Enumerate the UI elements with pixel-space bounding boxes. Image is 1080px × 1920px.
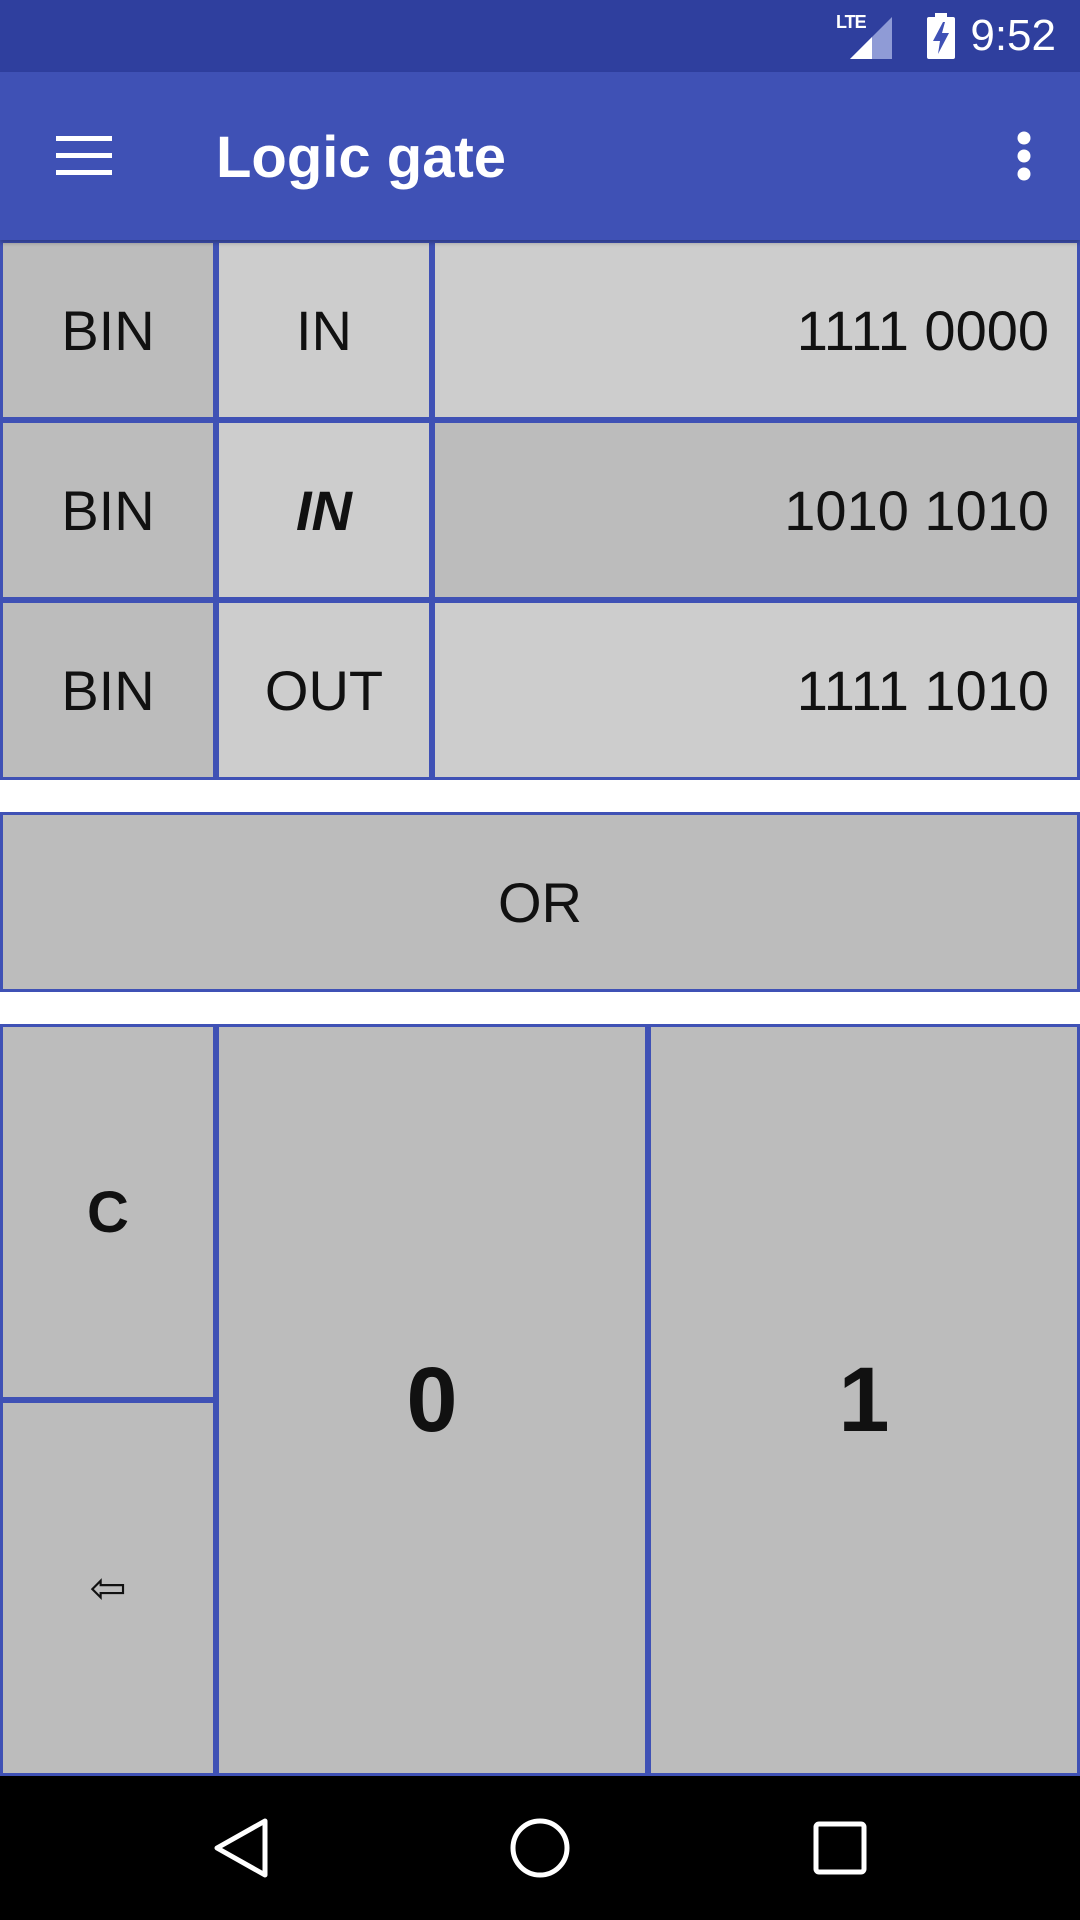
- digit-one-button[interactable]: 1: [648, 1024, 1080, 1776]
- home-icon: [510, 1818, 570, 1878]
- menu-button[interactable]: [32, 112, 136, 200]
- row3-role-button[interactable]: OUT: [216, 600, 432, 780]
- overflow-menu-button[interactable]: [988, 112, 1060, 200]
- clear-button[interactable]: C: [0, 1024, 216, 1400]
- menu-icon: [56, 136, 112, 175]
- row2-base-button[interactable]: BIN: [0, 420, 216, 600]
- status-time: 9:52: [970, 11, 1056, 60]
- row2-role-button[interactable]: IN: [216, 420, 432, 600]
- digit-zero-button[interactable]: 0: [216, 1024, 648, 1776]
- backspace-button[interactable]: ⇦: [0, 1400, 216, 1776]
- nav-home-button[interactable]: [480, 1798, 600, 1898]
- app-title: Logic gate: [216, 125, 507, 190]
- operation-button[interactable]: OR: [0, 812, 1080, 992]
- digit-one-label: 1: [838, 1348, 890, 1451]
- recents-icon: [813, 1821, 867, 1875]
- row2-value-field[interactable]: 1010 1010: [432, 420, 1080, 600]
- more-vertical-icon: [1017, 131, 1031, 181]
- row3-base-label: BIN: [61, 658, 155, 722]
- back-icon: [214, 1818, 268, 1878]
- row3-value-text: 1111 1010: [796, 658, 1049, 722]
- backspace-icon: ⇦: [89, 1563, 127, 1613]
- row3-role-label: OUT: [264, 658, 384, 722]
- row2-role-label: IN: [296, 478, 352, 542]
- digit-zero-label: 0: [406, 1348, 458, 1451]
- row1-value-text: 1111 0000: [796, 298, 1049, 362]
- battery-charging-icon: [927, 13, 955, 59]
- nav-back-button[interactable]: [181, 1798, 301, 1898]
- network-type-label: LTE: [836, 12, 867, 32]
- clear-label: C: [87, 1179, 129, 1245]
- nav-recents-button[interactable]: [780, 1798, 900, 1898]
- signal-icon: LTE: [836, 13, 892, 59]
- row1-base-label: BIN: [61, 298, 155, 362]
- operation-label: OR: [498, 870, 582, 934]
- status-icons: LTE: [836, 12, 956, 60]
- app-bar: Logic gate: [0, 72, 1080, 240]
- row3-base-button[interactable]: BIN: [0, 600, 216, 780]
- row3-value-field[interactable]: 1111 1010: [432, 600, 1080, 780]
- row1-base-button[interactable]: BIN: [0, 240, 216, 420]
- navigation-bar: [0, 1776, 1080, 1920]
- row1-role-label: IN: [296, 298, 352, 362]
- row1-value-field[interactable]: 1111 0000: [432, 240, 1080, 420]
- row2-value-text: 1010 1010: [784, 478, 1049, 542]
- status-bar: LTE 9:52: [0, 0, 1080, 72]
- row1-role-button[interactable]: IN: [216, 240, 432, 420]
- row2-base-label: BIN: [61, 478, 155, 542]
